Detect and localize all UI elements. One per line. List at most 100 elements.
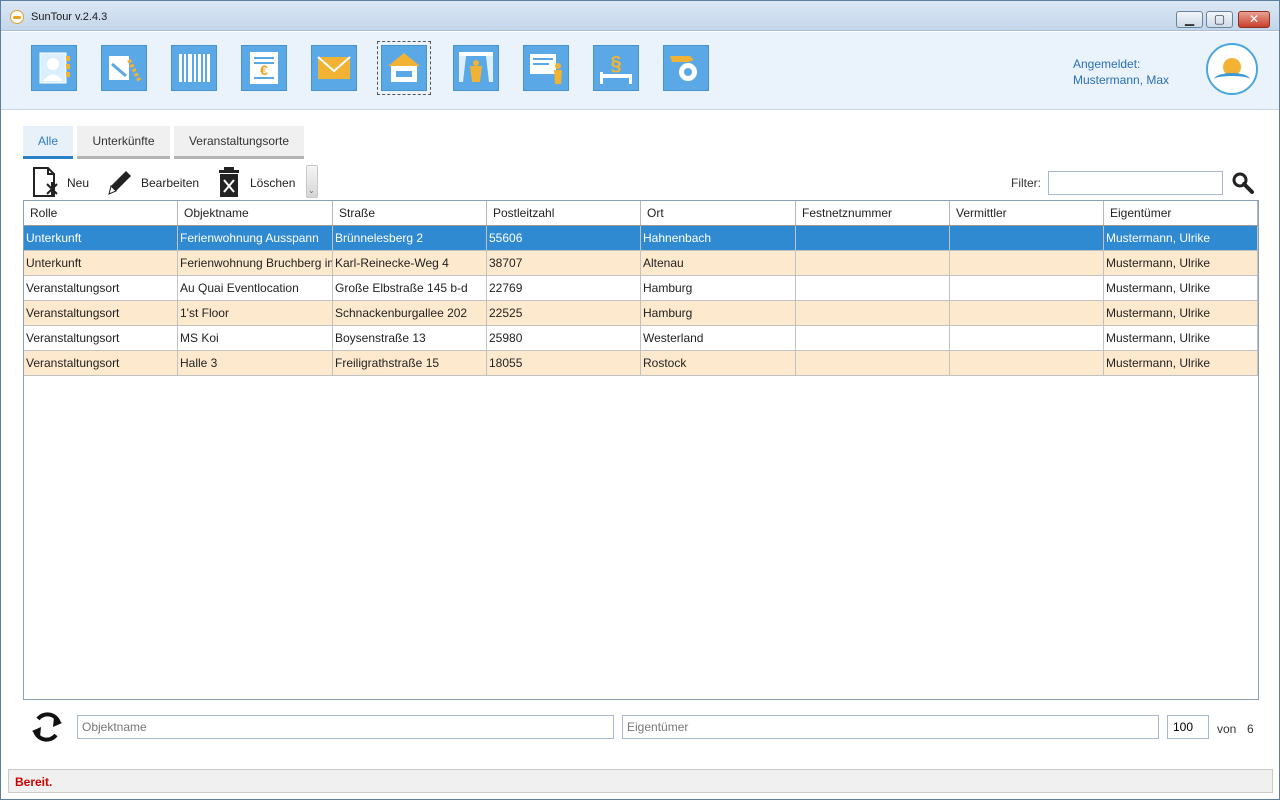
new-button[interactable]: Neu (31, 164, 93, 200)
column-header-rolle[interactable]: Rolle (24, 201, 178, 225)
title-bar: SunTour v.2.4.3 ▁ ▢ ✕ (1, 1, 1279, 31)
cell-rolle: Unterkunft (24, 226, 178, 250)
cell-objektname: Ferienwohnung Bruchberg im Harz (178, 251, 333, 275)
objects-table: Rolle Objektname Straße Postleitzahl Ort… (23, 200, 1259, 700)
tab-unterkuenfte[interactable]: Unterkünfte (77, 126, 170, 159)
cell-objektname: MS Koi (178, 326, 333, 350)
barcode-icon[interactable] (171, 45, 217, 91)
filter-label: Filter: (1011, 176, 1041, 190)
cell-festnetznummer (796, 276, 950, 300)
app-window: SunTour v.2.4.3 ▁ ▢ ✕ € § Angemeldet: Mu… (0, 0, 1280, 800)
travel-icon[interactable] (101, 45, 147, 91)
column-header-postleitzahl[interactable]: Postleitzahl (487, 201, 641, 225)
table-row[interactable]: Veranstaltungsort 1'st Floor Schnackenburg… (24, 301, 1258, 326)
maximize-button[interactable]: ▢ (1206, 11, 1233, 28)
column-header-vermittler[interactable]: Vermittler (950, 201, 1104, 225)
cell-postleitzahl: 22769 (487, 276, 641, 300)
cell-objektname: 1'st Floor (178, 301, 333, 325)
minimize-button[interactable]: ▁ (1176, 11, 1203, 28)
cell-festnetznummer (796, 226, 950, 250)
table-row[interactable]: Veranstaltungsort MS Koi Boysenstraße 13 25… (24, 326, 1258, 351)
suntour-logo (1206, 43, 1258, 95)
cell-strasse: Freiligrathstraße 15 (333, 351, 487, 375)
column-header-strasse[interactable]: Straße (333, 201, 487, 225)
presentation-icon[interactable] (523, 45, 569, 91)
status-text: Bereit. (15, 775, 53, 789)
table-header: Rolle Objektname Straße Postleitzahl Ort… (24, 201, 1258, 226)
cell-strasse: Schnackenburgallee 202 (333, 301, 487, 325)
legal-icon[interactable]: § (593, 45, 639, 91)
cell-vermittler (950, 276, 1104, 300)
settings-tools-icon[interactable] (663, 45, 709, 91)
svg-text:§: § (610, 53, 621, 75)
table-row[interactable]: Unterkunft Ferienwohnung Ausspann Brünnele… (24, 226, 1258, 251)
delete-button[interactable]: Löschen (215, 164, 305, 200)
column-header-ort[interactable]: Ort (641, 201, 796, 225)
events-icon[interactable] (453, 45, 499, 91)
close-icon: ✕ (1248, 12, 1260, 26)
chevron-down-icon: ⌄ (308, 186, 315, 195)
tab-alle[interactable]: Alle (23, 126, 73, 159)
search-icon[interactable] (1231, 171, 1255, 195)
cell-postleitzahl: 25980 (487, 326, 641, 350)
tab-veranstaltungsorte[interactable]: Veranstaltungsorte (174, 126, 304, 159)
delete-label: Löschen (250, 176, 296, 190)
cell-rolle: Unterkunft (24, 251, 178, 275)
cell-rolle: Veranstaltungsort (24, 351, 178, 375)
total-count: 6 (1247, 722, 1254, 736)
cell-ort: Rostock (641, 351, 796, 375)
filter-input[interactable] (1048, 171, 1223, 195)
cell-ort: Westerland (641, 326, 796, 350)
action-toolbar: Neu Bearbeiten Löschen ⌄ (23, 164, 319, 200)
new-document-icon (33, 167, 58, 197)
invoice-euro-icon[interactable]: € (241, 45, 287, 91)
cell-eigentuemer: Mustermann, Ulrike (1104, 226, 1258, 250)
cell-festnetznummer (796, 251, 950, 275)
eigentuemer-search-input[interactable] (622, 715, 1159, 739)
cell-eigentuemer: Mustermann, Ulrike (1104, 351, 1258, 375)
column-header-eigentuemer[interactable]: Eigentümer (1104, 201, 1258, 225)
toolbar-overflow-button[interactable]: ⌄ (306, 165, 318, 198)
cell-eigentuemer: Mustermann, Ulrike (1104, 251, 1258, 275)
cell-rolle: Veranstaltungsort (24, 301, 178, 325)
cell-festnetznummer (796, 326, 950, 350)
cell-postleitzahl: 22525 (487, 301, 641, 325)
edit-label: Bearbeiten (141, 176, 200, 190)
cell-eigentuemer: Mustermann, Ulrike (1104, 301, 1258, 325)
table-row[interactable]: UnterkunftFerienwohnung Bruchberg im Har… (24, 251, 1258, 276)
von-label: von (1217, 722, 1237, 736)
page-size-input[interactable] (1167, 715, 1209, 739)
table-row[interactable]: Veranstaltungsort Au Quai Eventlocation Gr… (24, 276, 1258, 301)
mail-icon[interactable] (311, 45, 357, 91)
cell-strasse: Große Elbstraße 145 b-d (333, 276, 487, 300)
cell-ort: Hamburg (641, 301, 796, 325)
column-header-festnetznummer[interactable]: Festnetznummer (796, 201, 950, 225)
status-bar: Bereit. (8, 769, 1273, 793)
refresh-icon[interactable] (29, 709, 65, 745)
objektname-search-input[interactable] (77, 715, 614, 739)
edit-button[interactable]: Bearbeiten (105, 164, 205, 200)
new-label: Neu (67, 176, 90, 190)
cell-festnetznummer (796, 351, 950, 375)
login-user: Mustermann, Max (1073, 73, 1170, 87)
cell-postleitzahl: 38707 (487, 251, 641, 275)
cell-objektname: Au Quai Eventlocation (178, 276, 333, 300)
contacts-icon[interactable] (31, 45, 77, 91)
cell-objektname: Ferienwohnung Ausspann (178, 226, 333, 250)
module-ribbon: € § Angemeldet: Mustermann, Max (1, 32, 1279, 110)
window-title: SunTour v.2.4.3 (31, 11, 108, 23)
cell-eigentuemer: Mustermann, Ulrike (1104, 276, 1258, 300)
cell-postleitzahl: 18055 (487, 351, 641, 375)
column-header-objektname[interactable]: Objektname (178, 201, 333, 225)
cell-postleitzahl: 55606 (487, 226, 641, 250)
cell-vermittler (950, 301, 1104, 325)
cell-festnetznummer (796, 301, 950, 325)
table-row[interactable]: Veranstaltungsort Halle 3 Freiligrathstraß… (24, 351, 1258, 376)
cell-vermittler (950, 326, 1104, 350)
bottom-bar: von 6 (23, 707, 1259, 747)
cell-strasse: Boysenstraße 13 (333, 326, 487, 350)
cell-vermittler (950, 226, 1104, 250)
close-button[interactable]: ✕ (1238, 11, 1270, 28)
accommodation-icon[interactable] (377, 41, 431, 95)
cell-vermittler (950, 251, 1104, 275)
